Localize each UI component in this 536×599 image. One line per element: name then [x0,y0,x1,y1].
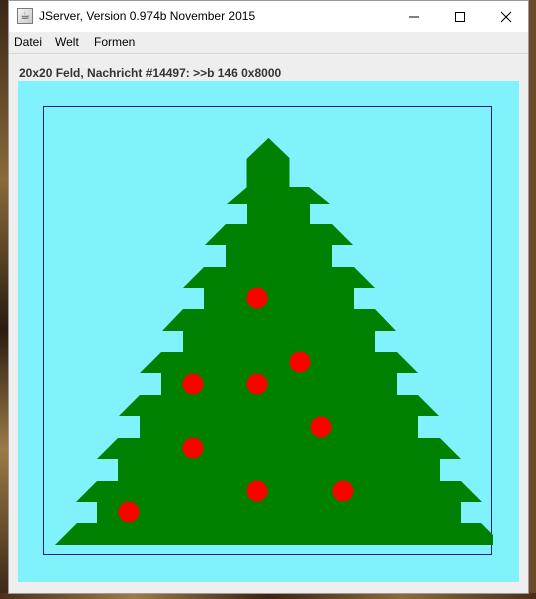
window-title: JServer, Version 0.974b November 2015 [39,9,256,23]
ornament [246,373,268,395]
ornament [332,480,354,502]
world-canvas[interactable] [18,81,519,582]
board-drawing [55,138,493,545]
close-button[interactable] [483,1,529,32]
desktop-background [0,0,8,599]
board-area[interactable] [43,106,493,555]
app-window: ☕ JServer, Version 0.974b November 2015 … [8,0,529,594]
ornament [289,351,311,373]
status-message: 20x20 Feld, Nachricht #14497: >>b 146 0x… [19,66,282,80]
ornament [310,416,332,438]
menu-welt[interactable]: Welt [55,35,79,49]
maximize-icon [455,11,465,22]
menu-datei[interactable]: Datei [14,35,42,49]
ornament [118,501,140,523]
ornament [246,287,268,309]
minimize-icon [409,16,419,17]
close-icon [500,11,512,22]
menu-formen[interactable]: Formen [94,35,135,49]
tree-body [55,138,493,545]
menu-bar: Datei Welt Formen [9,32,528,54]
ornament [246,480,268,502]
ornament [182,373,204,395]
ornament [182,437,204,459]
title-bar[interactable]: ☕ JServer, Version 0.974b November 2015 [9,1,528,32]
java-app-icon: ☕ [17,8,33,24]
maximize-button[interactable] [437,1,483,32]
minimize-button[interactable] [391,1,437,32]
